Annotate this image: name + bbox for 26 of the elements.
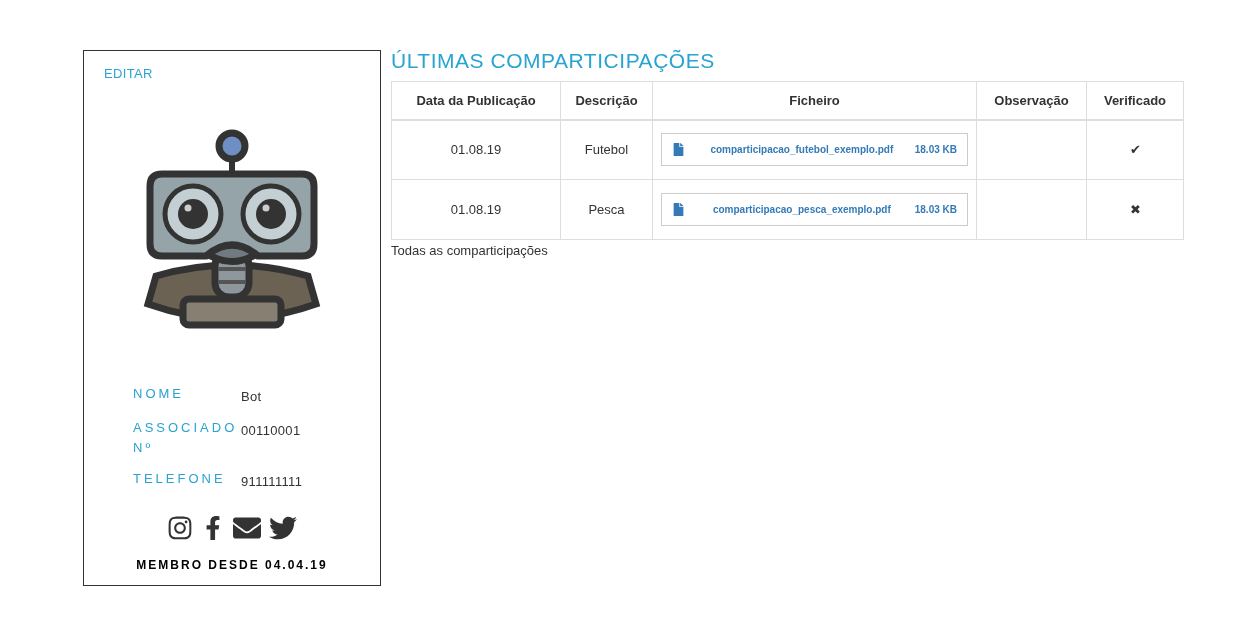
field-value: Bot	[241, 387, 262, 406]
field-value: 911111111	[241, 473, 303, 491]
edit-link[interactable]: EDITAR	[104, 64, 153, 84]
column-header: Observação	[976, 81, 1087, 120]
table-cell: ✖	[1086, 179, 1184, 240]
instagram-icon[interactable]	[167, 514, 193, 541]
member-since: MEMBRO DESDE 04.04.19	[136, 556, 328, 574]
file-icon	[672, 203, 685, 216]
column-header: Data da Publicação	[391, 81, 561, 120]
table-cell: 01.08.19	[391, 119, 561, 180]
column-header: Descrição	[560, 81, 653, 120]
all-link[interactable]: Todas as comparticipações	[391, 241, 548, 261]
table-cell: Futebol	[560, 119, 653, 180]
field-label: TELEFONE	[133, 470, 227, 488]
table-cell: ✔	[1086, 119, 1184, 180]
field-label: NOME	[133, 384, 185, 403]
field-label: ASSOCIADO Nº	[133, 419, 239, 457]
section-title: ÚLTIMAS COMPARTICIPAÇÕES	[391, 50, 716, 72]
table-cell: 01.08.19	[391, 179, 561, 240]
column-header: Ficheiro	[652, 81, 977, 120]
file-icon	[672, 143, 685, 157]
field-value: 00110001	[241, 422, 301, 440]
table-cell: Pesca	[560, 179, 653, 240]
file-attachment[interactable]: comparticipacao_futebol_exemplo.pdf 18.03 KB	[661, 133, 968, 167]
column-header: Verificado	[1086, 81, 1184, 120]
file-attachment[interactable]: comparticipacao_pesca_exemplo.pdf 18.03 KB	[661, 193, 968, 226]
